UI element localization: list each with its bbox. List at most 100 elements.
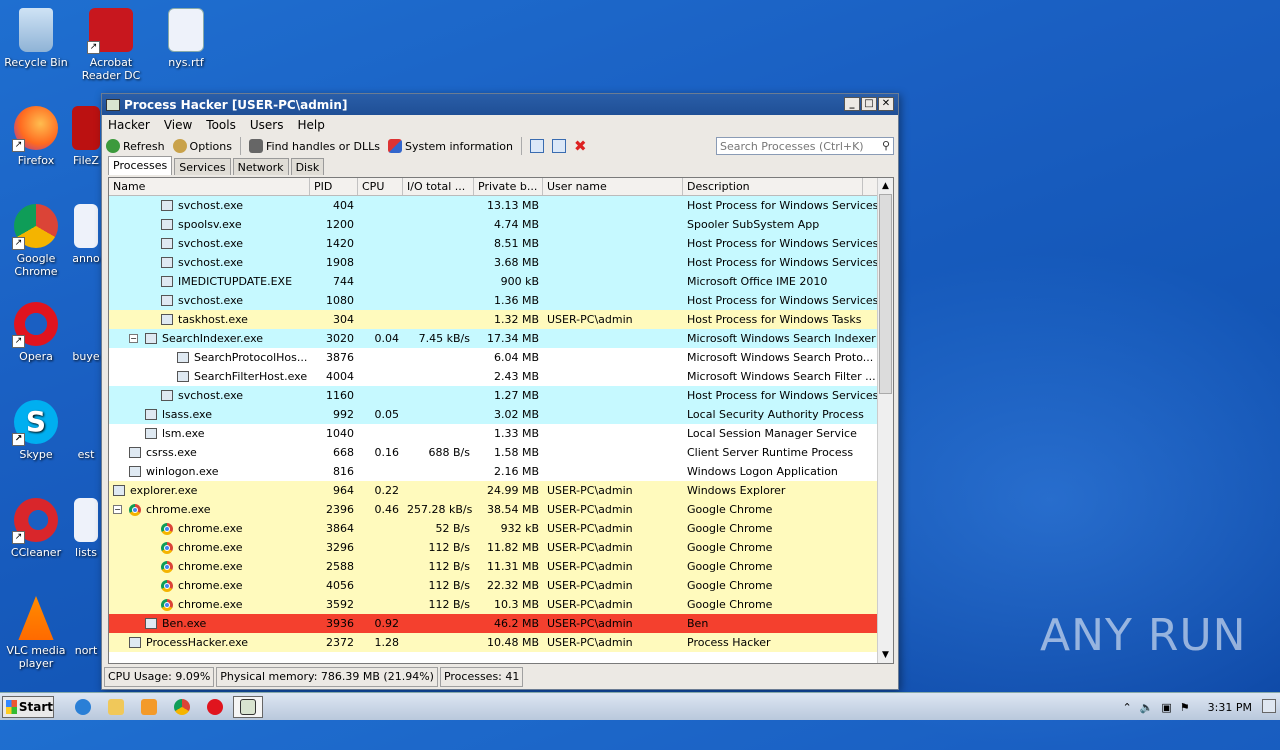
column-header-pid[interactable]: PID — [310, 178, 358, 195]
taskbar-opera-button[interactable] — [200, 696, 230, 718]
process-row[interactable]: ProcessHacker.exe 2372 1.28 10.48 MB USER-PC… — [109, 633, 879, 652]
taskbar-explorer-button[interactable] — [101, 696, 131, 718]
menu-help[interactable]: Help — [297, 118, 324, 132]
tab-network[interactable]: Network — [232, 158, 289, 175]
volume-icon[interactable]: 🔈 — [1140, 701, 1154, 714]
process-private-bytes: 8.51 MB — [493, 237, 539, 250]
process-row[interactable]: chrome.exe 3296 112 B/s 11.82 MB USER-PC\adm… — [109, 538, 879, 557]
search-processes-input[interactable]: Search Processes (Ctrl+K) ⚲ — [716, 137, 894, 155]
desktop-icon-firefox[interactable]: ↗ Firefox — [0, 106, 72, 167]
maximize-button[interactable]: □ — [861, 97, 877, 111]
terminate-process-icon[interactable]: ✖ — [574, 137, 587, 155]
network-icon[interactable]: ▣ — [1161, 701, 1171, 714]
title-bar[interactable]: Process Hacker [USER-PC\admin] _ □ ✕ — [102, 94, 898, 115]
process-icon — [161, 314, 173, 325]
desktop-icon-vlc[interactable]: VLC media player — [0, 596, 72, 670]
process-user-name: USER-PC\admin — [547, 579, 633, 592]
desktop-icon-label: anno — [72, 252, 100, 265]
column-header-name[interactable]: Name — [109, 178, 310, 195]
minimize-button[interactable]: _ — [844, 97, 860, 111]
desktop-icon-ccleaner[interactable]: ↗ CCleaner — [0, 498, 72, 559]
desktop-icon-acrobat[interactable]: ↗ Acrobat Reader DC — [75, 8, 147, 82]
start-button[interactable]: Start — [2, 695, 54, 718]
desktop-icon-nys-rtf[interactable]: nys.rtf — [150, 8, 222, 69]
process-pid: 1080 — [326, 294, 354, 307]
column-header-cpu[interactable]: CPU — [358, 178, 403, 195]
action-center-flag-icon[interactable]: ⚑ — [1180, 701, 1190, 714]
menu-users[interactable]: Users — [250, 118, 284, 132]
system-tray: ⌃ 🔈 ▣ ⚑ 3:31 PM — [1122, 693, 1280, 721]
find-handles-button[interactable]: Find handles or DLLs — [249, 139, 380, 153]
process-row[interactable]: taskhost.exe 304 1.32 MB USER-PC\admin Host … — [109, 310, 879, 329]
taskbar-ie-button[interactable] — [68, 696, 98, 718]
process-pid: 4056 — [326, 579, 354, 592]
desktop-icon-anno[interactable]: anno — [70, 204, 102, 265]
process-row[interactable]: lsass.exe 992 0.05 3.02 MB Local Security Au… — [109, 405, 879, 424]
options-button[interactable]: Options — [172, 139, 232, 153]
clock[interactable]: 3:31 PM — [1208, 701, 1252, 714]
desktop-icon-chrome[interactable]: ↗ Google Chrome — [0, 204, 72, 278]
desktop-icon-label: Recycle Bin — [4, 56, 68, 69]
process-row[interactable]: svchost.exe 1908 3.68 MB Host Process for W… — [109, 253, 879, 272]
desktop-icon-filezilla[interactable]: FileZ — [70, 106, 102, 167]
scroll-down-arrow-icon[interactable]: ▼ — [878, 647, 893, 663]
process-row[interactable]: csrss.exe 668 0.16 688 B/s 1.58 MB Client Ser… — [109, 443, 879, 462]
column-header-user-name[interactable]: User name — [543, 178, 683, 195]
process-row[interactable]: chrome.exe 4056 112 B/s 22.32 MB USER-PC\adm… — [109, 576, 879, 595]
scroll-up-arrow-icon[interactable]: ▲ — [878, 178, 893, 194]
close-button[interactable]: ✕ — [878, 97, 894, 111]
taskbar-process-hacker-button[interactable] — [233, 695, 263, 718]
process-row[interactable]: chrome.exe 3864 52 B/s 932 kB USER-PC\admin G… — [109, 519, 879, 538]
menu-tools[interactable]: Tools — [206, 118, 236, 132]
desktop-icon-label: Firefox — [17, 154, 55, 167]
desktop-icon-recycle-bin[interactable]: Recycle Bin — [0, 8, 72, 69]
process-row[interactable]: − SearchIndexer.exe 3020 0.04 7.45 kB/s 17.34… — [109, 329, 879, 348]
desktop-icon-buye[interactable]: buye — [70, 302, 102, 363]
desktop-icon-lists[interactable]: lists — [70, 498, 102, 559]
taskbar-chrome-button[interactable] — [167, 696, 197, 718]
process-row[interactable]: spoolsv.exe 1200 4.74 MB Spooler SubSystem … — [109, 215, 879, 234]
collapse-toggle-icon[interactable]: − — [129, 334, 138, 343]
menu-hacker[interactable]: Hacker — [108, 118, 150, 132]
tab-services[interactable]: Services — [174, 158, 231, 175]
process-row[interactable]: −explorer.exe 964 0.22 24.99 MB USER-PC\admi… — [109, 481, 879, 500]
process-row[interactable]: svchost.exe 1080 1.36 MB Host Process for W… — [109, 291, 879, 310]
desktop-icon-est[interactable]: est — [70, 400, 102, 461]
process-row[interactable]: IMEDICTUPDATE.EXE 744 900 kB Microsoft Offi… — [109, 272, 879, 291]
system-information-button[interactable]: System information — [387, 139, 513, 153]
process-row[interactable]: SearchProtocolHos... 3876 6.04 MB Microsoft… — [109, 348, 879, 367]
process-name: chrome.exe — [178, 560, 243, 573]
column-header-io[interactable]: I/O total ... — [403, 178, 474, 195]
desktop-icon-opera[interactable]: ↗ Opera — [0, 302, 72, 363]
process-row[interactable]: chrome.exe 3592 112 B/s 10.3 MB USER-PC\admi… — [109, 595, 879, 614]
window-go-icon[interactable] — [551, 139, 566, 153]
process-row[interactable]: Ben.exe 3936 0.92 46.2 MB USER-PC\admin Ben — [109, 614, 879, 633]
process-row[interactable]: winlogon.exe 816 2.16 MB Windows Logon Appl… — [109, 462, 879, 481]
vertical-scrollbar[interactable]: ▲ ▼ — [877, 178, 893, 663]
show-hidden-icons-icon[interactable]: ⌃ — [1122, 701, 1131, 714]
process-user-name: USER-PC\admin — [547, 503, 633, 516]
process-tree-list[interactable]: Name PID CPU I/O total ... Private b... … — [108, 177, 894, 664]
desktop-icon-skype[interactable]: S ↗ Skype — [0, 400, 72, 461]
process-hacker-window[interactable]: Process Hacker [USER-PC\admin] _ □ ✕ Hac… — [101, 93, 899, 690]
document-icon — [74, 204, 98, 248]
show-desktop-button[interactable] — [1262, 699, 1276, 713]
process-row[interactable]: − chrome.exe 2396 0.46 257.28 kB/s 38.54 MB US… — [109, 500, 879, 519]
process-row[interactable]: lsm.exe 1040 1.33 MB Local Session Manager … — [109, 424, 879, 443]
column-header-private-bytes[interactable]: Private b... — [474, 178, 543, 195]
scrollbar-thumb[interactable] — [879, 194, 892, 394]
process-row[interactable]: svchost.exe 1160 1.27 MB Host Process for W… — [109, 386, 879, 405]
process-row[interactable]: svchost.exe 404 13.13 MB Host Process for W… — [109, 196, 879, 215]
column-header-description[interactable]: Description — [683, 178, 863, 195]
window-icon[interactable] — [529, 139, 544, 153]
tab-disk[interactable]: Disk — [290, 158, 325, 175]
desktop-icon-nort[interactable]: nort — [70, 596, 102, 657]
process-row[interactable]: chrome.exe 2588 112 B/s 11.31 MB USER-PC\adm… — [109, 557, 879, 576]
process-row[interactable]: svchost.exe 1420 8.51 MB Host Process for W… — [109, 234, 879, 253]
taskbar-media-player-button[interactable] — [134, 696, 164, 718]
menu-view[interactable]: View — [164, 118, 192, 132]
refresh-button[interactable]: Refresh — [106, 139, 165, 153]
tab-processes[interactable]: Processes — [108, 156, 173, 175]
collapse-toggle-icon[interactable]: − — [113, 505, 122, 514]
process-row[interactable]: SearchFilterHost.exe 4004 2.43 MB Microsoft… — [109, 367, 879, 386]
